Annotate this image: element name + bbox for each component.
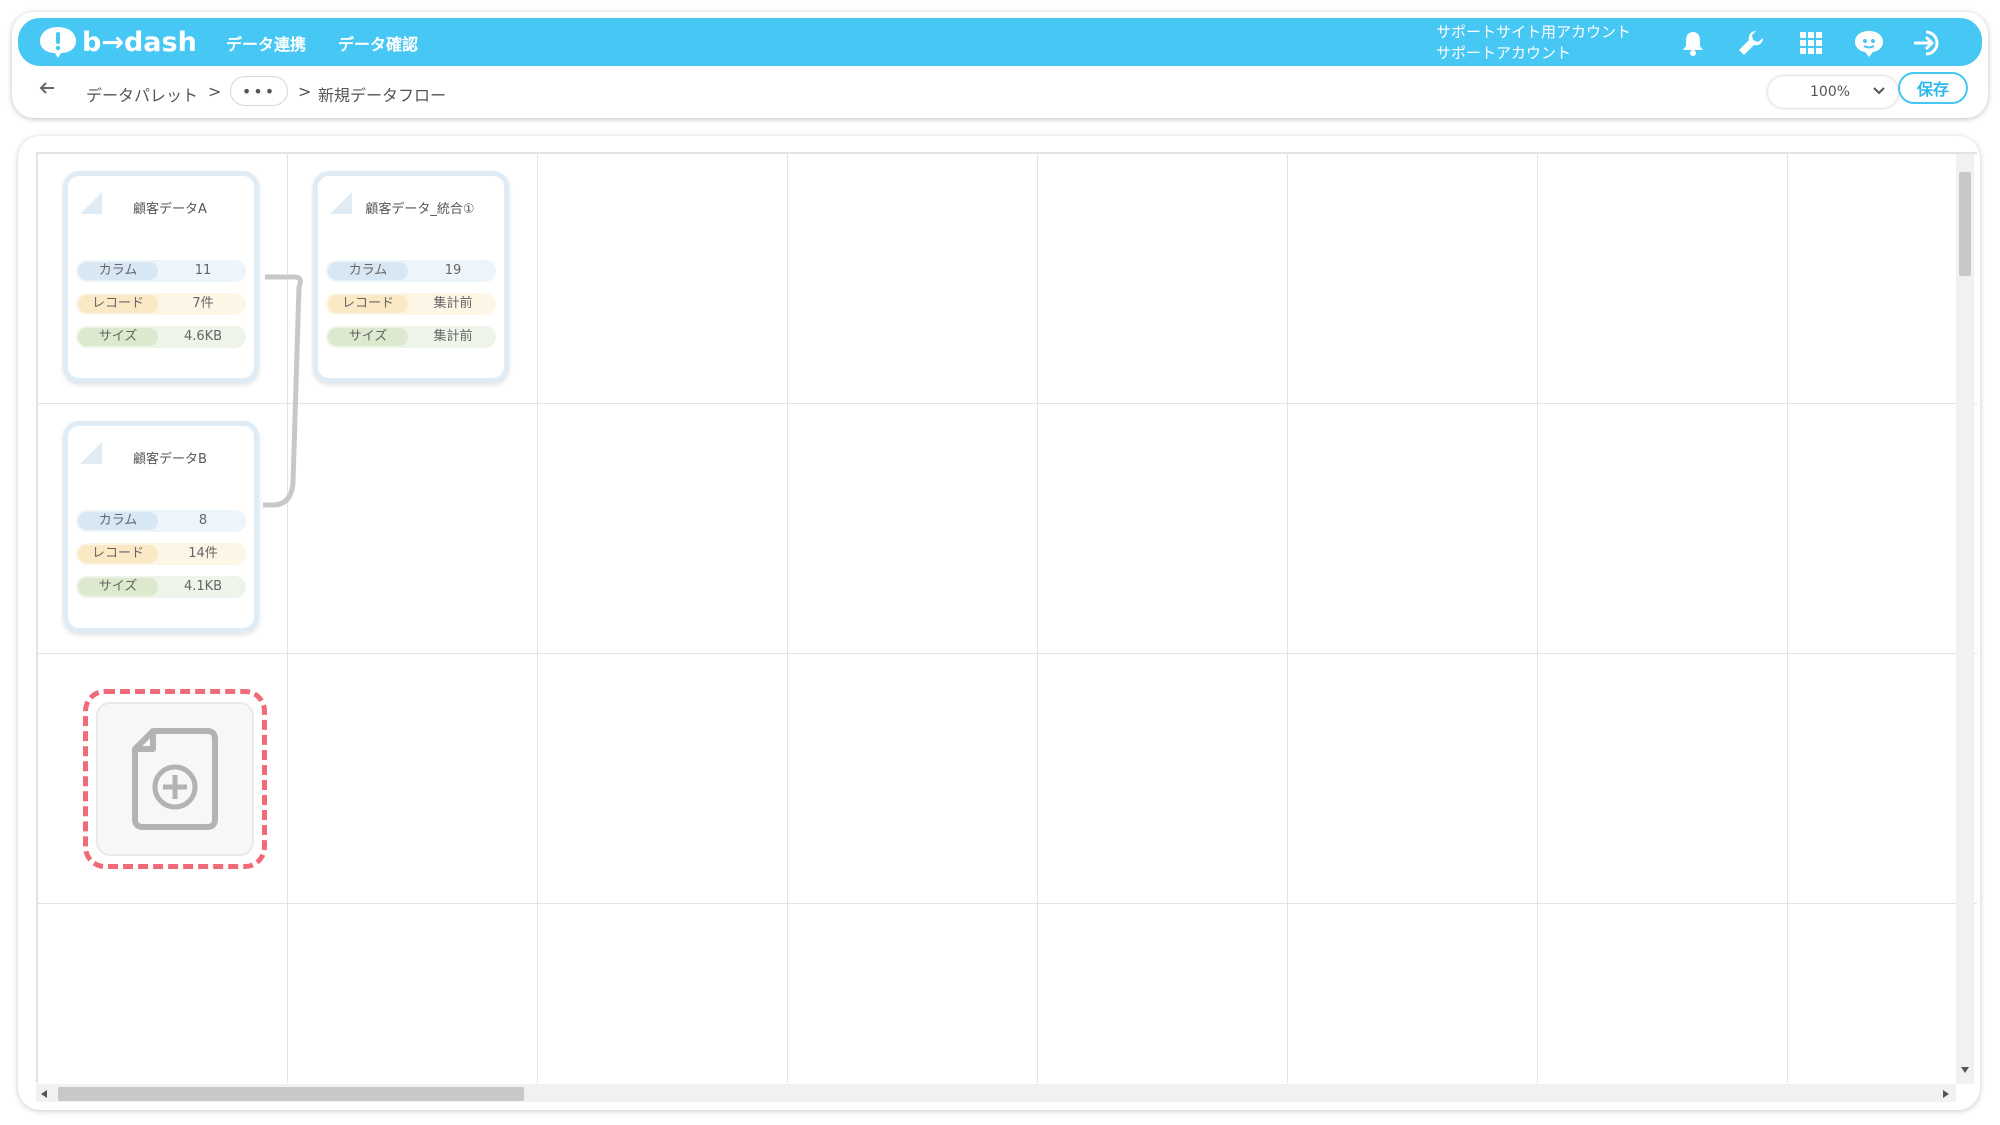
row-value: 7件 xyxy=(192,296,214,311)
add-file-icon xyxy=(132,728,218,830)
add-data-button[interactable] xyxy=(96,702,254,856)
breadcrumb-data-palette[interactable]: データパレット xyxy=(86,82,198,106)
account-line2: サポートアカウント xyxy=(1436,44,1572,62)
data-node-b[interactable]: 顧客データB カラム 8 レコード 14件 サイズ 4.1KB xyxy=(63,421,259,633)
wrench-icon[interactable] xyxy=(1734,26,1768,60)
node-title: 顧客データ_統合① xyxy=(365,202,475,217)
row-label: レコード xyxy=(328,295,408,313)
logout-icon[interactable] xyxy=(1912,26,1946,60)
top-navbar: b→dash データ連携 データ確認 サポートサイト用アカウント サポートアカウ… xyxy=(18,18,1982,66)
flow-canvas[interactable]: 顧客データA カラム 11 レコード 7件 サイズ 4.6KB 顧客データ_統合… xyxy=(36,152,1977,1083)
sub-toolbar: データパレット > ••• > 新規データフロー 100% 保存 xyxy=(12,68,1988,118)
back-arrow-icon[interactable] xyxy=(38,80,56,100)
row-value: 14件 xyxy=(188,546,218,561)
row-label: カラム xyxy=(328,262,408,280)
scroll-right-arrow-icon[interactable] xyxy=(1942,1089,1950,1099)
node-row-size: サイズ 4.6KB xyxy=(76,326,246,348)
account-line1: サポートサイト用アカウント xyxy=(1436,23,1632,41)
row-label: カラム xyxy=(78,512,158,530)
chat-bot-icon[interactable] xyxy=(1852,26,1886,60)
row-value: 4.6KB xyxy=(183,329,223,344)
account-info[interactable]: サポートサイト用アカウント サポートアカウント xyxy=(1436,22,1631,64)
nav-data-check[interactable]: データ確認 xyxy=(338,31,418,55)
breadcrumb-separator: > xyxy=(208,82,222,101)
node-row-record: レコード 7件 xyxy=(76,293,246,315)
canvas-card: 顧客データA カラム 11 レコード 7件 サイズ 4.6KB 顧客データ_統合… xyxy=(18,136,1980,1110)
more-dots-icon: ••• xyxy=(241,81,277,101)
logo-text: b→dash xyxy=(82,26,197,58)
scroll-down-arrow-icon[interactable] xyxy=(1960,1066,1970,1074)
breadcrumb-separator: > xyxy=(298,82,312,101)
row-label: カラム xyxy=(78,262,158,280)
logo[interactable]: b→dash xyxy=(38,25,197,59)
row-label: サイズ xyxy=(78,578,158,596)
node-title: 顧客データB xyxy=(133,452,207,467)
node-row-record: レコード 集計前 xyxy=(326,293,496,315)
vertical-scroll-thumb[interactable] xyxy=(1959,172,1971,276)
breadcrumb-current: 新規データフロー xyxy=(318,86,447,105)
data-node-a[interactable]: 顧客データA カラム 11 レコード 7件 サイズ 4.6KB xyxy=(63,171,259,383)
breadcrumb-more-button[interactable]: ••• xyxy=(230,76,288,106)
node-row-size: サイズ 集計前 xyxy=(326,326,496,348)
chevron-down-icon xyxy=(1873,87,1885,95)
row-label: レコード xyxy=(78,295,158,313)
node-row-column: カラム 19 xyxy=(326,260,496,282)
add-data-highlight xyxy=(83,689,267,869)
save-button[interactable]: 保存 xyxy=(1898,72,1968,104)
node-title: 顧客データA xyxy=(133,202,207,217)
logo-bubble-icon xyxy=(40,27,76,58)
row-value: 19 xyxy=(444,263,462,278)
row-label: サイズ xyxy=(78,328,158,346)
horizontal-scroll-thumb[interactable] xyxy=(58,1087,524,1101)
row-value: 集計前 xyxy=(433,296,473,311)
zoom-value: 100% xyxy=(1810,84,1851,100)
node-row-size: サイズ 4.1KB xyxy=(76,576,246,598)
nav-data-integration[interactable]: データ連携 xyxy=(226,31,306,55)
horizontal-scrollbar[interactable] xyxy=(36,1084,1956,1102)
row-label: レコード xyxy=(78,545,158,563)
node-row-column: カラム 8 xyxy=(76,510,246,532)
header-card: b→dash データ連携 データ確認 サポートサイト用アカウント サポートアカウ… xyxy=(12,12,1988,118)
row-value: 8 xyxy=(198,513,208,528)
row-label: サイズ xyxy=(328,328,408,346)
bell-icon[interactable] xyxy=(1676,26,1710,60)
scroll-left-arrow-icon[interactable] xyxy=(40,1089,48,1099)
row-value: 4.1KB xyxy=(183,579,223,594)
node-row-column: カラム 11 xyxy=(76,260,246,282)
zoom-select[interactable]: 100% xyxy=(1768,76,1898,108)
apps-grid-icon[interactable] xyxy=(1794,26,1828,60)
row-value: 集計前 xyxy=(433,329,473,344)
data-node-merged[interactable]: 顧客データ_統合① カラム 19 レコード 集計前 サイズ 集計前 xyxy=(313,171,509,383)
vertical-scrollbar[interactable] xyxy=(1956,154,1974,1084)
row-value: 11 xyxy=(194,263,212,278)
node-row-record: レコード 14件 xyxy=(76,543,246,565)
